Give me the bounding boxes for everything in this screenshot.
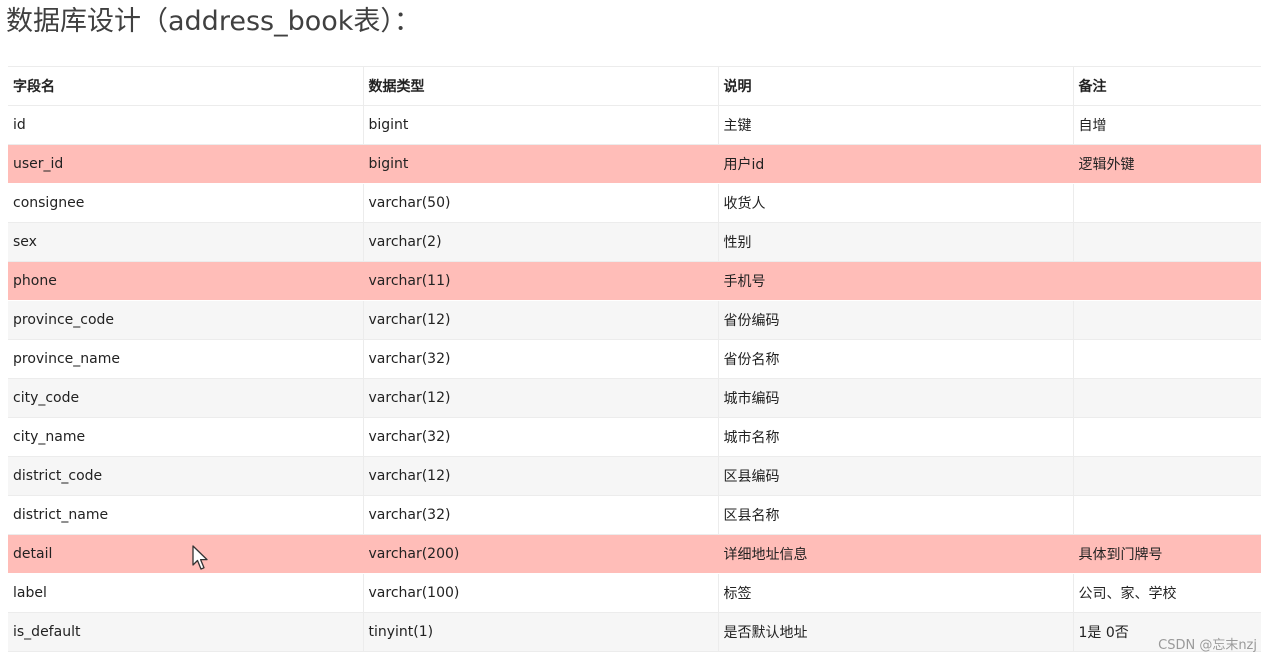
cell-note (1073, 417, 1261, 457)
cell-description: 详细地址信息 (718, 534, 1074, 574)
table-row: consignee varchar(50) 收货人 (8, 183, 1261, 223)
cell-data-type: varchar(32) (363, 339, 719, 379)
cell-data-type: varchar(2) (363, 222, 719, 262)
cell-note: 公司、家、学校 (1073, 573, 1261, 613)
cell-note: 逻辑外键 (1073, 144, 1261, 184)
cell-note (1073, 495, 1261, 535)
header-description: 说明 (718, 66, 1074, 106)
cell-field-name: district_code (8, 456, 364, 496)
cell-field-name: city_name (8, 417, 364, 457)
table-header-row: 字段名 数据类型 说明 备注 (8, 66, 1261, 106)
header-field-name: 字段名 (8, 66, 364, 106)
cell-field-name: district_name (8, 495, 364, 535)
table-row: label varchar(100) 标签 公司、家、学校 (8, 573, 1261, 613)
cell-description: 城市编码 (718, 378, 1074, 418)
cell-description: 城市名称 (718, 417, 1074, 457)
table-row: district_code varchar(12) 区县编码 (8, 456, 1261, 496)
cell-data-type: varchar(12) (363, 456, 719, 496)
watermark: CSDN @忘末nzj (1158, 638, 1257, 653)
cell-field-name: phone (8, 261, 364, 301)
table-row: phone varchar(11) 手机号 (8, 261, 1261, 301)
cell-note (1073, 300, 1261, 340)
cell-note: 自增 (1073, 105, 1261, 145)
cell-note: 具体到门牌号 (1073, 534, 1261, 574)
cell-data-type: tinyint(1) (363, 612, 719, 652)
cell-data-type: bigint (363, 105, 719, 145)
cell-description: 省份编码 (718, 300, 1074, 340)
cell-description: 主键 (718, 105, 1074, 145)
cell-field-name: detail (8, 534, 364, 574)
cell-note (1073, 339, 1261, 379)
cell-field-name: label (8, 573, 364, 613)
cell-field-name: consignee (8, 183, 364, 223)
cell-field-name: is_default (8, 612, 364, 652)
cell-field-name: province_code (8, 300, 364, 340)
cell-data-type: varchar(11) (363, 261, 719, 301)
table-row: district_name varchar(32) 区县名称 (8, 495, 1261, 535)
cell-data-type: varchar(32) (363, 495, 719, 535)
page-title: 数据库设计（address_book表）： (6, 6, 421, 37)
cell-data-type: varchar(100) (363, 573, 719, 613)
cell-field-name: user_id (8, 144, 364, 184)
table-row: id bigint 主键 自增 (8, 105, 1261, 145)
table-row: is_default tinyint(1) 是否默认地址 1是 0否 (8, 612, 1261, 652)
header-note: 备注 (1073, 66, 1261, 106)
cell-field-name: city_code (8, 378, 364, 418)
cell-description: 标签 (718, 573, 1074, 613)
cell-description: 用户id (718, 144, 1074, 184)
cell-note (1073, 261, 1261, 301)
cell-description: 手机号 (718, 261, 1074, 301)
cell-note (1073, 378, 1261, 418)
header-data-type: 数据类型 (363, 66, 719, 106)
cell-description: 是否默认地址 (718, 612, 1074, 652)
cell-note (1073, 222, 1261, 262)
cell-field-name: province_name (8, 339, 364, 379)
cell-data-type: bigint (363, 144, 719, 184)
cell-data-type: varchar(32) (363, 417, 719, 457)
cell-data-type: varchar(12) (363, 378, 719, 418)
cell-description: 性别 (718, 222, 1074, 262)
cell-description: 区县名称 (718, 495, 1074, 535)
table-row: city_code varchar(12) 城市编码 (8, 378, 1261, 418)
cell-description: 区县编码 (718, 456, 1074, 496)
cell-note (1073, 456, 1261, 496)
mouse-pointer-icon (192, 545, 208, 570)
cell-data-type: varchar(12) (363, 300, 719, 340)
table-row: sex varchar(2) 性别 (8, 222, 1261, 262)
table-row: city_name varchar(32) 城市名称 (8, 417, 1261, 457)
cell-field-name: id (8, 105, 364, 145)
cell-description: 省份名称 (718, 339, 1074, 379)
table-row: user_id bigint 用户id 逻辑外键 (8, 144, 1261, 184)
cell-data-type: varchar(50) (363, 183, 719, 223)
cell-description: 收货人 (718, 183, 1074, 223)
table-row: province_name varchar(32) 省份名称 (8, 339, 1261, 379)
cell-data-type: varchar(200) (363, 534, 719, 574)
cell-field-name: sex (8, 222, 364, 262)
table-row: province_code varchar(12) 省份编码 (8, 300, 1261, 340)
cell-note (1073, 183, 1261, 223)
